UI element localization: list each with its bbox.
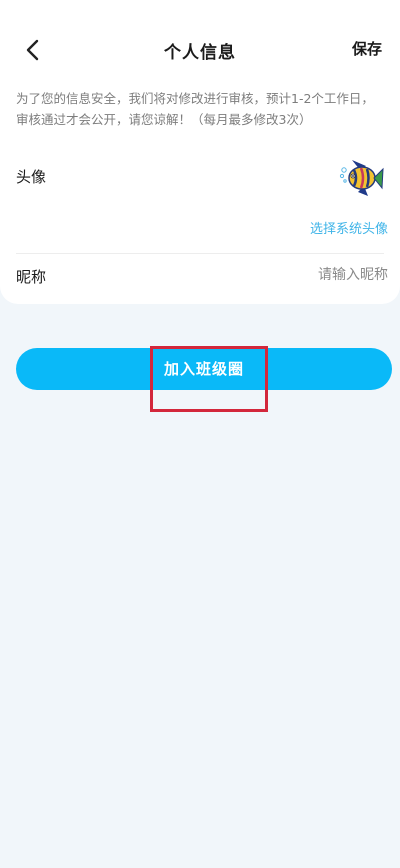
- notice-line-2: 审核通过才会公开，请您谅解！（每月最多修改3次）: [16, 112, 312, 127]
- fish-avatar-icon: [339, 160, 384, 196]
- avatar[interactable]: [338, 156, 384, 200]
- profile-card: 个人信息 保存 为了您的信息安全，我们将对修改进行审核，预计1-2个工作日， 审…: [0, 0, 400, 304]
- nickname-input[interactable]: [206, 266, 390, 284]
- divider: [16, 253, 384, 254]
- review-notice: 为了您的信息安全，我们将对修改进行审核，预计1-2个工作日， 审核通过才会公开，…: [16, 88, 388, 130]
- top-bar: 个人信息 保存: [0, 30, 400, 70]
- join-class-circle-button[interactable]: 加入班级圈: [16, 348, 392, 390]
- avatar-row: 头像 选择系统头像: [0, 150, 400, 250]
- avatar-label: 头像: [16, 168, 47, 186]
- nickname-row: 昵称: [0, 256, 400, 300]
- choose-system-avatar-link[interactable]: 选择系统头像: [310, 218, 388, 237]
- save-button[interactable]: 保存: [352, 38, 382, 59]
- page-title: 个人信息: [164, 43, 236, 63]
- nickname-label: 昵称: [16, 268, 47, 286]
- notice-line-1: 为了您的信息安全，我们将对修改进行审核，预计1-2个工作日，: [16, 91, 374, 106]
